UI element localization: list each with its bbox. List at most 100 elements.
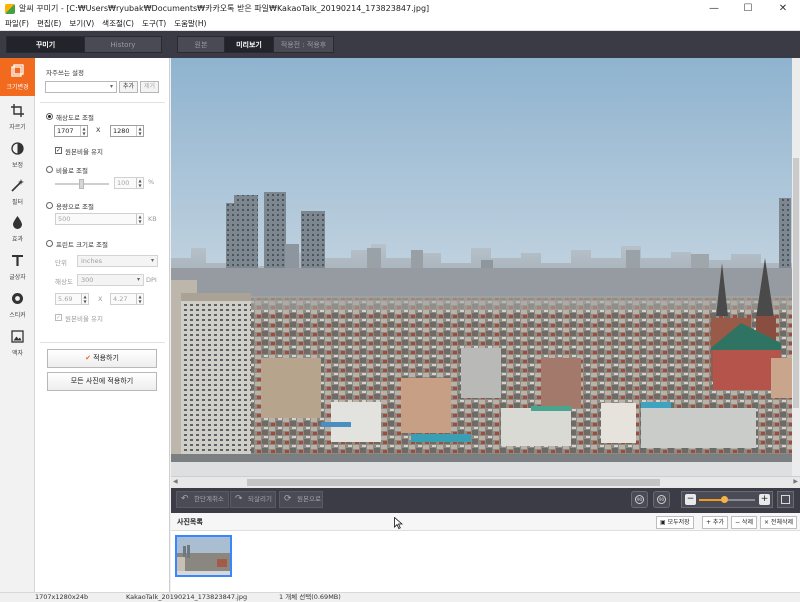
menu-color[interactable]: 색조절(C) (98, 18, 138, 30)
preset-delete-button[interactable]: 제거 (140, 81, 159, 93)
spin-arrows-icon[interactable]: ▲ ▼ (80, 126, 87, 136)
dpi-value: 300 (81, 276, 94, 284)
spin-arrows-icon[interactable]: ▲ ▼ (136, 178, 143, 188)
tab-history[interactable]: History (84, 36, 162, 53)
delete-photo-button[interactable]: − 삭제 (731, 516, 757, 529)
zoom-slider-thumb[interactable] (720, 496, 728, 503)
keep-ratio-checkbox[interactable]: ✓ (55, 147, 62, 154)
tool-adjust-label: 보정 (11, 162, 24, 169)
redo-button[interactable]: ↷ 되살리기 (230, 491, 276, 508)
tool-resize[interactable]: 크기변경 (0, 58, 35, 96)
maximize-button[interactable]: ☐ (731, 0, 765, 18)
tool-frame[interactable]: 액자 (0, 324, 35, 362)
tool-crop[interactable]: 자르기 (0, 98, 35, 136)
minimize-button[interactable]: — (697, 0, 731, 18)
sticker-icon (12, 293, 23, 304)
menu-file[interactable]: 파일(F) (0, 18, 33, 30)
revert-icon: ⟳ (284, 494, 292, 504)
undo-button[interactable]: ↶ 한단계취소 (176, 491, 229, 508)
keep-ratio-label: 원본비율 유지 (65, 148, 103, 156)
spin-arrows-icon[interactable]: ▲ ▼ (136, 294, 143, 304)
status-filename: KakaoTalk_20190214_173823847.jpg (126, 593, 248, 601)
zoom-in-button[interactable]: + (759, 494, 770, 505)
apply-all-button[interactable]: 모든 사진에 적용하기 (47, 372, 157, 391)
tool-sidebar: 크기변경 자르기 보정 필터 효과 글상자 스티커 액자 (0, 58, 35, 592)
resize-by-pixel-radio[interactable] (46, 113, 53, 120)
ratio-input[interactable]: 100 ▲ ▼ (114, 177, 144, 189)
menu-view[interactable]: 보기(V) (65, 18, 98, 30)
spin-arrows-icon[interactable]: ▲ ▼ (81, 294, 88, 304)
close-button[interactable]: ✕ (766, 0, 800, 18)
width-input[interactable]: 1707 ▲ ▼ (54, 125, 88, 137)
chevron-down-icon: ▾ (136, 276, 140, 283)
print-width-input[interactable]: 5.69 ▲ ▼ (55, 293, 89, 305)
zoom-out-button[interactable]: − (685, 494, 696, 505)
ratio-slider-thumb[interactable] (79, 179, 85, 189)
tool-sticker-label: 스티커 (9, 312, 26, 319)
tool-adjust[interactable]: 보정 (0, 136, 35, 174)
print-keep-ratio-checkbox[interactable]: ✓ (55, 314, 62, 321)
chevron-down-icon: ▾ (109, 83, 113, 90)
photo-thumbnail[interactable] (175, 535, 232, 577)
delete-all-button[interactable]: × 전체삭제 (760, 516, 798, 529)
scroll-left-icon[interactable]: ◀ (173, 478, 178, 485)
tool-resize-label: 크기변경 (6, 84, 29, 91)
tool-sticker[interactable]: 스티커 (0, 286, 35, 324)
contrast-icon (11, 142, 24, 155)
menu-bar: 파일(F) 편집(E) 보기(V) 색조절(C) 도구(T) 도움말(H) (0, 18, 800, 31)
kb-unit: KB (148, 215, 157, 223)
add-photo-button[interactable]: + 추가 (702, 516, 728, 529)
vertical-scroll-thumb[interactable] (793, 158, 799, 408)
rotate-right-icon: 90 (657, 495, 666, 504)
resize-by-print-radio[interactable] (46, 240, 53, 247)
preset-add-button[interactable]: 추가 (119, 81, 138, 93)
resize-by-ratio-radio[interactable] (46, 166, 53, 173)
thumbnail-image (177, 537, 230, 575)
filesize-input[interactable]: 500 ▲ ▼ (55, 213, 144, 225)
apply-button[interactable]: ✔ 적용하기 (47, 349, 157, 368)
menu-help[interactable]: 도움말(H) (170, 18, 210, 30)
apply-label: 적용하기 (93, 354, 119, 362)
image-canvas[interactable]: ◀ ▶ (171, 58, 800, 488)
tool-effect[interactable]: 효과 (0, 210, 35, 248)
tab-before-after[interactable]: 적용전 : 적용후 (273, 36, 334, 53)
menu-edit[interactable]: 편집(E) (33, 18, 65, 30)
scroll-right-icon[interactable]: ▶ (793, 478, 798, 485)
spin-arrows-icon[interactable]: ▲ ▼ (136, 214, 143, 224)
save-icon: ▣ (660, 519, 666, 526)
resize-by-size-radio[interactable] (46, 202, 53, 209)
tab-preview[interactable]: 미리보기 (224, 36, 274, 53)
revert-label: 원본으로 (297, 495, 321, 503)
dpi-select[interactable]: 300 ▾ (77, 274, 144, 286)
horizontal-scroll-thumb[interactable] (247, 479, 660, 486)
save-all-button[interactable]: ▣ 모두저장 (656, 516, 694, 529)
rotate-right-button[interactable]: 90 (653, 491, 670, 508)
preset-select[interactable]: ▾ (45, 81, 117, 93)
tab-original[interactable]: 원본 (177, 36, 225, 53)
fit-to-window-button[interactable] (777, 491, 794, 508)
preset-label: 자주쓰는 설정 (46, 69, 84, 77)
menu-tools[interactable]: 도구(T) (138, 18, 170, 30)
photo-list (171, 531, 800, 592)
vertical-scrollbar[interactable] (792, 58, 800, 476)
tab-decorate[interactable]: 꾸미기 (6, 36, 85, 53)
tool-textbox[interactable]: 글상자 (0, 248, 35, 286)
height-value: 1280 (113, 127, 130, 135)
tool-effect-label: 효과 (11, 236, 24, 243)
spin-arrows-icon[interactable]: ▲ ▼ (136, 126, 143, 136)
print-height-input[interactable]: 4.27 ▲ ▼ (110, 293, 144, 305)
height-input[interactable]: 1280 ▲ ▼ (110, 125, 144, 137)
resize-by-pixel-label: 해상도로 조절 (56, 114, 94, 122)
save-all-label: 모두저장 (667, 519, 690, 526)
tool-filter[interactable]: 필터 (0, 173, 35, 211)
print-keep-ratio-label: 원본비율 유지 (65, 315, 103, 323)
unit-select[interactable]: inches ▾ (77, 255, 158, 267)
divider (40, 342, 165, 343)
horizontal-scrollbar[interactable]: ◀ ▶ (171, 476, 800, 488)
rotate-left-button[interactable]: 90 (631, 491, 648, 508)
undo-icon: ↶ (181, 494, 189, 504)
filesize-value: 500 (58, 215, 71, 223)
drop-icon (13, 216, 22, 229)
crop-icon (11, 104, 24, 117)
revert-button[interactable]: ⟳ 원본으로 (279, 491, 323, 508)
